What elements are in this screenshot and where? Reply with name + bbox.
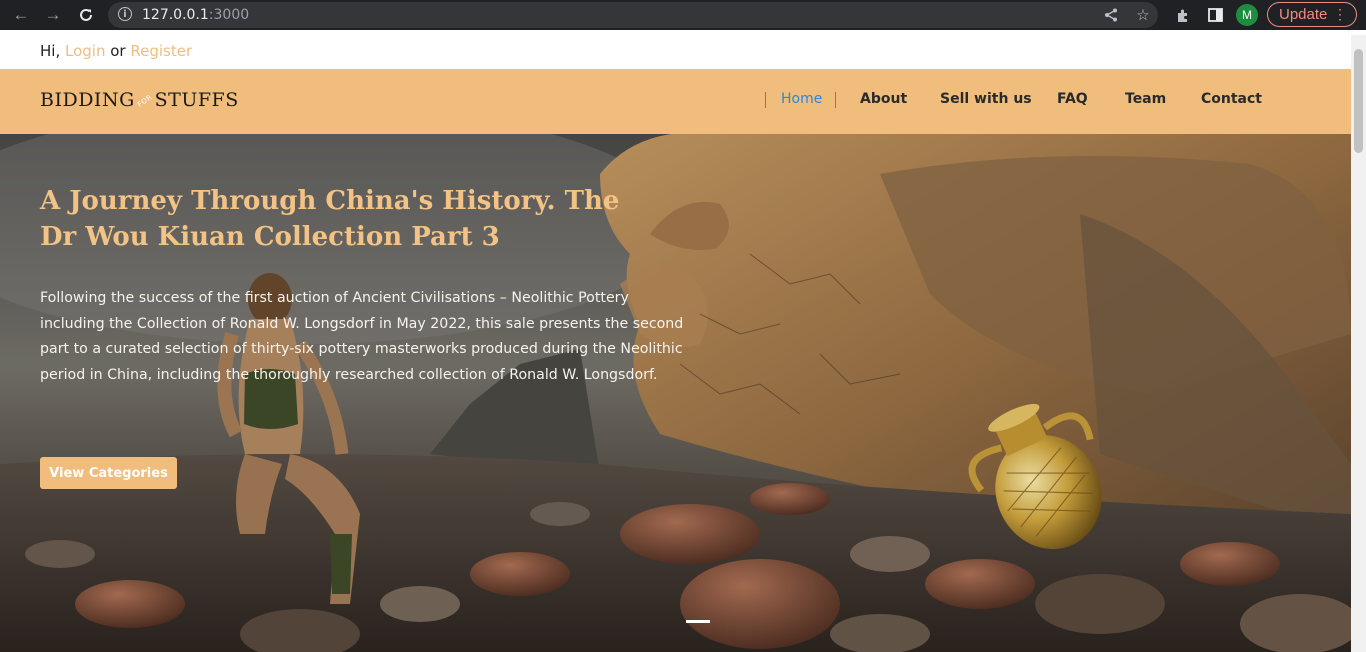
hero-description: Following the success of the first aucti…	[40, 290, 684, 383]
profile-avatar[interactable]: M	[1236, 4, 1258, 26]
update-button[interactable]: Update ⋮	[1267, 2, 1357, 27]
menu-divider	[835, 92, 836, 108]
share-icon[interactable]	[1101, 5, 1121, 25]
extensions-icon[interactable]	[1173, 5, 1193, 25]
browser-toolbar: ← → i 127.0.0.1:3000 ☆ M Update ⋮	[0, 0, 1366, 30]
forward-icon[interactable]: →	[42, 4, 64, 26]
carousel-indicator[interactable]	[686, 620, 710, 623]
site-logo[interactable]: BIDDINGFORSTUFFS	[40, 89, 239, 111]
page-scrollbar[interactable]	[1351, 35, 1366, 652]
nav-about[interactable]: About	[860, 91, 907, 107]
register-link[interactable]: Register	[130, 42, 192, 60]
url-text[interactable]: 127.0.0.1:3000	[142, 7, 249, 23]
address-bar[interactable]: i 127.0.0.1:3000	[108, 2, 1158, 28]
view-categories-button[interactable]: View Categories	[40, 457, 177, 489]
menu-divider	[765, 92, 766, 108]
nav-team[interactable]: Team	[1125, 91, 1166, 107]
greeting: Hi, Login or Register	[40, 42, 193, 60]
user-bar: Hi, Login or Register	[0, 35, 1351, 69]
reload-icon[interactable]	[75, 4, 97, 26]
back-icon[interactable]: ←	[10, 4, 32, 26]
nav-sell-with-us[interactable]: Sell with us	[940, 91, 1032, 107]
nav-faq[interactable]: FAQ	[1057, 91, 1088, 107]
nav-contact[interactable]: Contact	[1201, 91, 1262, 107]
bookmark-star-icon[interactable]: ☆	[1133, 5, 1153, 25]
info-icon[interactable]: i	[118, 7, 132, 21]
side-panel-icon[interactable]	[1205, 5, 1225, 25]
hero-title: A Journey Through China's History. The D…	[40, 186, 620, 252]
nav-home[interactable]: Home	[781, 91, 822, 107]
more-menu-icon[interactable]: ⋮	[1333, 6, 1347, 23]
login-link[interactable]: Login	[65, 42, 105, 60]
scrollbar-thumb[interactable]	[1354, 49, 1363, 153]
